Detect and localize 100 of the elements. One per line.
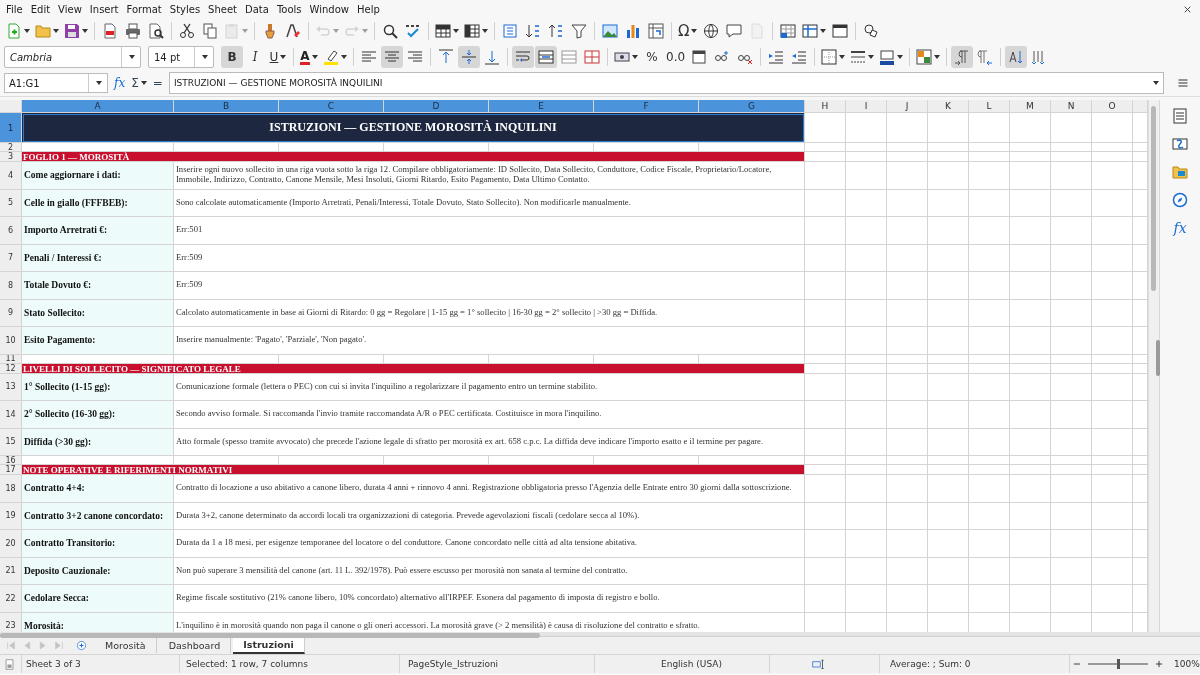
column-header[interactable]: M	[1010, 100, 1051, 113]
page-style[interactable]: PageStyle_Istruzioni	[408, 659, 499, 669]
sum-button[interactable]: Σ	[131, 76, 147, 90]
row-header[interactable]: 5	[0, 189, 22, 217]
underline-button[interactable]: U	[267, 46, 289, 68]
zoom-in-icon	[1154, 659, 1164, 669]
column-header[interactable]: H	[805, 100, 846, 113]
image-icon	[602, 23, 618, 39]
menu-item[interactable]: Styles	[165, 3, 205, 15]
number-button[interactable]: 0.0	[664, 46, 688, 68]
gallery-button[interactable]	[1172, 164, 1188, 180]
ltr-button[interactable]	[951, 46, 974, 68]
column-header[interactable]: E	[489, 100, 594, 113]
caret-icon	[96, 81, 102, 85]
menu-item[interactable]: File	[2, 3, 27, 15]
borders-button[interactable]	[819, 46, 848, 68]
table-cell: Comunicazione formale (lettera o PEC) con cui si invita l'inquilino a regolarizzare il pagamento entro un termine stabilito.	[174, 373, 805, 401]
column-header[interactable]: B	[174, 100, 279, 113]
menu-item[interactable]: Edit	[26, 3, 55, 15]
menu-item[interactable]: Insert	[85, 3, 123, 15]
row-header[interactable]: 19	[0, 502, 22, 530]
menu-item[interactable]: Format	[122, 3, 166, 15]
column-header[interactable]: J	[887, 100, 928, 113]
conditional-button[interactable]	[914, 46, 943, 68]
italic-button[interactable]: I	[244, 46, 266, 68]
align-top-icon	[438, 49, 454, 65]
row-header[interactable]: 23	[0, 612, 22, 632]
column-header[interactable]: L	[969, 100, 1010, 113]
row-header[interactable]: 12	[0, 363, 22, 374]
calendar-icon	[691, 49, 708, 65]
row-header[interactable]: 20	[0, 530, 22, 558]
row-header[interactable]: 16	[0, 456, 22, 465]
orientation-button[interactable]	[1005, 46, 1028, 68]
zoom-level[interactable]: 100%	[1174, 659, 1200, 669]
align-middle-icon	[461, 49, 477, 65]
menu-item[interactable]: Sheet	[204, 3, 242, 15]
column-header[interactable]: D	[384, 100, 489, 113]
styles-button[interactable]	[1172, 136, 1188, 152]
font-name-field[interactable]: Cambria	[4, 46, 141, 68]
vertical-scrollbar[interactable]	[1148, 100, 1159, 632]
column-header[interactable]: N	[1051, 100, 1092, 113]
sheet-tab[interactable]: Dashboard	[158, 638, 232, 653]
column-header[interactable]: K	[928, 100, 969, 113]
row-header[interactable]: 22	[0, 585, 22, 613]
wrap-button[interactable]	[512, 46, 534, 68]
row-header[interactable]: 21	[0, 557, 22, 585]
row-header[interactable]: 1	[0, 113, 22, 143]
column-header[interactable]: O	[1092, 100, 1133, 113]
menu-item[interactable]: Help	[353, 3, 384, 15]
menu-item[interactable]: View	[54, 3, 86, 15]
row-header[interactable]: 15	[0, 428, 22, 456]
row-header[interactable]: 7	[0, 244, 22, 272]
table-cell: Regime fiscale sostitutivo (21% canone libero, 10% concordato) alternativo all'IRPEF. Esonera dal pagamento di imposta di registro e bollo.	[174, 585, 805, 613]
properties-button[interactable]	[1172, 108, 1188, 124]
row-header[interactable]: 2	[0, 143, 22, 152]
caret-icon	[202, 55, 208, 59]
bold-button[interactable]: B	[221, 46, 243, 68]
sheet-navigation-icon	[4, 640, 18, 651]
percent-button[interactable]: %	[641, 46, 663, 68]
table-cell: Esito Pagamento:	[22, 327, 174, 355]
sheet-tab[interactable]: Morosità	[95, 638, 157, 653]
functions-button[interactable]: fx	[1173, 220, 1187, 236]
menu-item[interactable]: Data	[241, 3, 273, 15]
row-header[interactable]: 13	[0, 373, 22, 401]
formula-input-field[interactable]: ISTRUZIONI — GESTIONE MOROSITÀ INQUILINI	[168, 72, 1164, 94]
row-header[interactable]: 8	[0, 272, 22, 300]
fontcolor-button[interactable]: A	[298, 46, 320, 68]
row-header[interactable]: 10	[0, 327, 22, 355]
section-heading: LIVELLI DI SOLLECITO — SIGNIFICATO LEGALE	[22, 363, 805, 374]
table-cell: Durata da 1 a 18 mesi, per esigenze temporanee del locatore o del conduttore. Canone concordato nelle città ad alta tensione abitativa.	[174, 530, 805, 558]
mergecenter-button[interactable]	[535, 46, 557, 68]
column-header[interactable]: I	[846, 100, 887, 113]
horizontal-scrollbar[interactable]	[0, 632, 1200, 637]
formula-button[interactable]: =	[152, 76, 163, 90]
language-status[interactable]: English (USA)	[661, 659, 722, 669]
navigator-button[interactable]	[1172, 192, 1188, 208]
row-header[interactable]: 11	[0, 354, 22, 364]
column-header[interactable]: F	[594, 100, 699, 113]
font-size-field[interactable]: 14 pt	[148, 46, 214, 68]
speech-bubble-icon	[726, 23, 743, 39]
menu-item[interactable]: Window	[305, 3, 353, 15]
column-header[interactable]: G	[699, 100, 805, 113]
column-header[interactable]: A	[22, 100, 174, 113]
row-header[interactable]: 9	[0, 299, 22, 327]
sidebar-handle[interactable]	[1156, 340, 1160, 376]
special-button[interactable]: Ω	[676, 20, 700, 42]
align-left-icon	[361, 49, 377, 65]
row-header[interactable]: 14	[0, 401, 22, 429]
page-icon	[749, 23, 766, 39]
row-header[interactable]: 4	[0, 162, 22, 190]
row-header[interactable]: 6	[0, 217, 22, 245]
page-magnifier-icon	[148, 23, 164, 39]
border-color-icon	[879, 49, 896, 65]
menu-item[interactable]: Tools	[272, 3, 306, 15]
menu-icon	[1177, 77, 1189, 89]
pivot-button[interactable]	[645, 20, 667, 42]
row-header[interactable]: 18	[0, 475, 22, 503]
name-box[interactable]: A1:G1	[4, 73, 108, 93]
column-header[interactable]: C	[279, 100, 384, 113]
function-wizard-button[interactable]: fx	[114, 76, 126, 90]
